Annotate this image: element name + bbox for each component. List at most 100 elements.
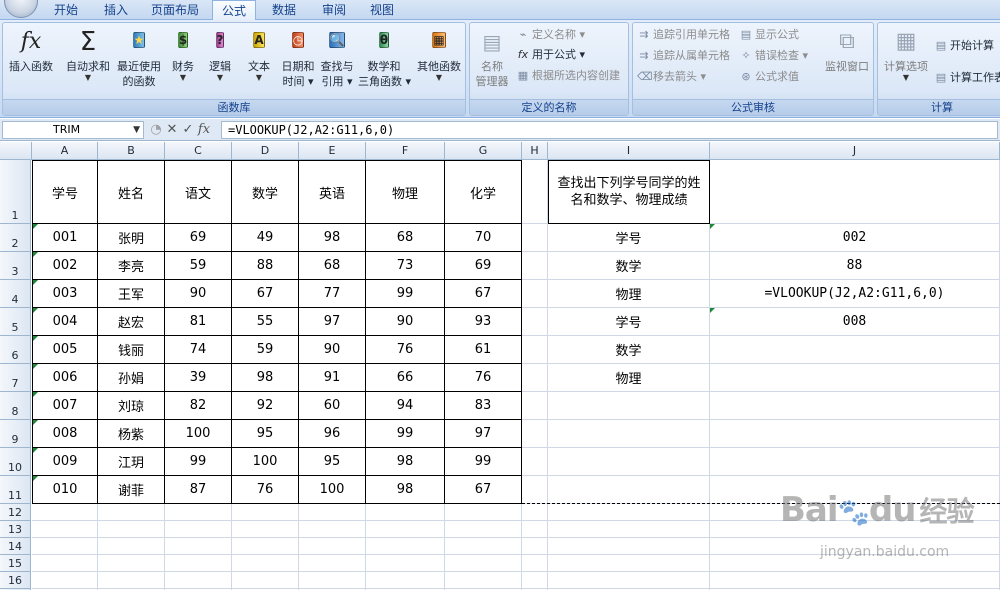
- table-row-cell[interactable]: 92: [232, 392, 299, 420]
- table-header-cell[interactable]: 学号: [32, 160, 98, 224]
- cell[interactable]: [445, 538, 522, 555]
- row-header-15[interactable]: 15: [0, 555, 31, 572]
- table-row-cell[interactable]: 60: [299, 392, 366, 420]
- enter-icon[interactable]: ✓: [180, 121, 196, 139]
- table-row-cell[interactable]: 76: [366, 336, 445, 364]
- table-row-cell[interactable]: 90: [165, 280, 232, 308]
- cell[interactable]: [366, 504, 445, 521]
- table-header-cell[interactable]: 姓名: [98, 160, 165, 224]
- error-checking-button[interactable]: ✧ 错误检查 ▾: [739, 47, 808, 64]
- row-header-1[interactable]: 1: [0, 160, 31, 224]
- row-header-10[interactable]: 10: [0, 448, 31, 476]
- table-row-cell[interactable]: 王军: [98, 280, 165, 308]
- row-header-14[interactable]: 14: [0, 538, 31, 555]
- tab-view[interactable]: 视图: [362, 0, 402, 20]
- table-row-cell[interactable]: 39: [165, 364, 232, 392]
- table-row-cell[interactable]: 87: [165, 476, 232, 504]
- math-trig-button[interactable]: θ 数学和 三角函数 ▾: [358, 27, 411, 89]
- row-header-12[interactable]: 12: [0, 504, 31, 521]
- name-box[interactable]: TRIM ▼: [2, 121, 144, 139]
- table-row-cell[interactable]: 59: [165, 252, 232, 280]
- table-row-cell[interactable]: 97: [299, 308, 366, 336]
- cell[interactable]: [32, 521, 98, 538]
- lookup-label-cell[interactable]: 数学: [548, 252, 710, 280]
- cell[interactable]: [232, 538, 299, 555]
- cell[interactable]: [299, 572, 366, 589]
- use-in-formula-button[interactable]: fx 用于公式 ▾: [516, 46, 585, 63]
- date-time-button[interactable]: ◷ 日期和 时间 ▾: [279, 27, 317, 89]
- column-header-a[interactable]: A: [32, 142, 98, 160]
- table-row-cell[interactable]: 004: [32, 308, 98, 336]
- cell[interactable]: [98, 504, 165, 521]
- cell[interactable]: [232, 521, 299, 538]
- office-button[interactable]: [4, 0, 38, 18]
- table-header-cell[interactable]: 语文: [165, 160, 232, 224]
- column-header-b[interactable]: B: [98, 142, 165, 160]
- calculate-now-button[interactable]: ▤ 开始计算: [934, 37, 994, 54]
- name-manager-button[interactable]: ▤ 名称 管理器: [472, 27, 512, 89]
- cancel-icon[interactable]: ✕: [164, 121, 180, 139]
- cell[interactable]: [548, 476, 710, 504]
- cell[interactable]: [366, 572, 445, 589]
- table-row-cell[interactable]: 66: [366, 364, 445, 392]
- cell[interactable]: [522, 420, 548, 448]
- financial-button[interactable]: $ 财务 ▼: [166, 27, 200, 82]
- cell[interactable]: [32, 538, 98, 555]
- table-row-cell[interactable]: 010: [32, 476, 98, 504]
- table-row-cell[interactable]: 99: [366, 280, 445, 308]
- column-header-h[interactable]: H: [522, 142, 548, 160]
- table-row-cell[interactable]: 93: [445, 308, 522, 336]
- cell[interactable]: [548, 420, 710, 448]
- cell[interactable]: [522, 160, 548, 224]
- table-row-cell[interactable]: 69: [445, 252, 522, 280]
- table-row-cell[interactable]: 007: [32, 392, 98, 420]
- cell[interactable]: [165, 504, 232, 521]
- define-name-button[interactable]: ⌁ 定义名称 ▾: [516, 26, 585, 43]
- cell[interactable]: [548, 555, 710, 572]
- table-row-cell[interactable]: 98: [366, 448, 445, 476]
- column-header-j[interactable]: J: [710, 142, 1000, 160]
- row-header-2[interactable]: 2: [0, 224, 31, 252]
- cell[interactable]: [445, 521, 522, 538]
- lookup-label-cell[interactable]: 学号: [548, 308, 710, 336]
- table-row-cell[interactable]: 钱丽: [98, 336, 165, 364]
- row-header-5[interactable]: 5: [0, 308, 31, 336]
- watch-window-button[interactable]: ⧉ 监视窗口: [821, 27, 873, 74]
- cell[interactable]: [548, 504, 710, 521]
- cell[interactable]: [445, 555, 522, 572]
- cell[interactable]: [548, 392, 710, 420]
- lookup-label-cell[interactable]: 学号: [548, 224, 710, 252]
- cell[interactable]: [366, 538, 445, 555]
- cell[interactable]: [232, 572, 299, 589]
- tab-page-layout[interactable]: 页面布局: [146, 0, 204, 20]
- table-row-cell[interactable]: 98: [366, 476, 445, 504]
- table-row-cell[interactable]: 90: [299, 336, 366, 364]
- table-row-cell[interactable]: 赵宏: [98, 308, 165, 336]
- cell[interactable]: [522, 224, 548, 252]
- lookup-reference-button[interactable]: 🔍 查找与 引用 ▾: [318, 27, 356, 89]
- table-row-cell[interactable]: 61: [445, 336, 522, 364]
- table-row-cell[interactable]: 100: [232, 448, 299, 476]
- formula-input[interactable]: =VLOOKUP(J2,A2:G11,6,0): [221, 121, 998, 139]
- cell[interactable]: [98, 538, 165, 555]
- cell[interactable]: [165, 572, 232, 589]
- row-header-7[interactable]: 7: [0, 364, 31, 392]
- cell[interactable]: [32, 555, 98, 572]
- table-row-cell[interactable]: 70: [445, 224, 522, 252]
- cell[interactable]: [522, 521, 548, 538]
- cell[interactable]: [522, 538, 548, 555]
- table-row-cell[interactable]: 杨紫: [98, 420, 165, 448]
- cell[interactable]: [522, 392, 548, 420]
- cell[interactable]: [299, 521, 366, 538]
- select-all-corner[interactable]: [0, 142, 32, 160]
- lookup-label-cell[interactable]: 数学: [548, 336, 710, 364]
- column-header-c[interactable]: C: [165, 142, 232, 160]
- cell[interactable]: [299, 538, 366, 555]
- table-row-cell[interactable]: 68: [299, 252, 366, 280]
- table-row-cell[interactable]: 99: [445, 448, 522, 476]
- cell[interactable]: [299, 504, 366, 521]
- table-row-cell[interactable]: 001: [32, 224, 98, 252]
- cell[interactable]: [522, 364, 548, 392]
- tab-formulas[interactable]: 公式: [212, 0, 256, 21]
- tab-review[interactable]: 审阅: [314, 0, 354, 20]
